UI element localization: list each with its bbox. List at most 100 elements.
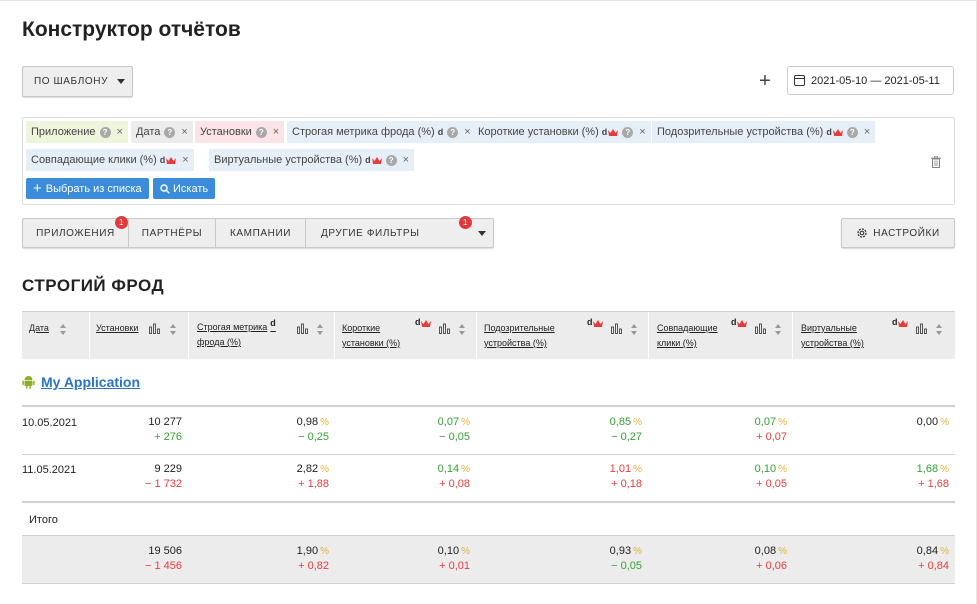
total-matching: 0,08% + 0,06: [754, 545, 787, 572]
total-suspicious: 0,93% − 0,05: [609, 545, 642, 572]
column-header-date[interactable]: Дата: [29, 321, 49, 369]
column-header-short-installs[interactable]: Короткие установки (%): [342, 321, 400, 369]
help-icon[interactable]: ?: [99, 126, 111, 138]
add-icon[interactable]: +: [756, 71, 774, 91]
cell-installs: 9 229− 1 732: [144, 463, 182, 490]
cell-strict: 0,98% − 0,25: [296, 416, 329, 443]
column-header-virtual-devices[interactable]: Виртуальные устройства (%): [801, 321, 864, 369]
template-button-label: по шаблону: [33, 76, 109, 87]
cell-short: 0,07% − 0,05: [437, 416, 470, 443]
crown-icon: [421, 320, 431, 327]
total-short: 0,10% + 0,01: [437, 545, 470, 572]
remove-icon[interactable]: ×: [639, 126, 645, 138]
sort-icon[interactable]: [936, 324, 943, 335]
settings-label: настройки: [873, 227, 940, 239]
tab-campaigns[interactable]: кампании: [216, 219, 306, 247]
help-icon[interactable]: ?: [164, 126, 176, 138]
sort-icon[interactable]: [317, 324, 324, 335]
gear-icon: [857, 228, 867, 238]
row-date: 10.05.2021: [22, 417, 78, 429]
total-label: Итого: [29, 514, 58, 526]
cell-matching: 0,07% + 0,07: [754, 416, 787, 443]
column-header-matching-clicks[interactable]: Совпадающие клики (%): [657, 321, 718, 369]
help-icon[interactable]: ?: [622, 126, 634, 138]
filter-tag-app: Приложение ? ×: [26, 121, 128, 143]
filter-tag-date: Дата ? ×: [131, 121, 193, 143]
help-icon[interactable]: ?: [255, 126, 267, 138]
filter-tag-matching-clicks: Совпадающие клики (%) d ×: [26, 149, 194, 171]
crown-icon: [593, 320, 603, 327]
tab-other-filters[interactable]: другие фильтры 1: [306, 216, 493, 247]
column-header-strict-fraud[interactable]: Строгая метрика d фрода (%): [197, 319, 276, 368]
search-icon: [160, 183, 170, 194]
tab-label: партнёры: [141, 227, 203, 239]
remove-icon[interactable]: ×: [403, 154, 409, 166]
filter-tag-short-installs: Короткие установки (%) d ? ×: [473, 121, 651, 143]
tab-label: приложения: [36, 227, 115, 239]
count-badge: 1: [115, 216, 128, 229]
settings-button[interactable]: настройки: [841, 218, 955, 248]
sort-icon[interactable]: [60, 324, 67, 335]
help-icon[interactable]: ?: [846, 126, 858, 138]
filter-tabs: приложения 1 партнёры кампании другие фи…: [22, 216, 494, 248]
help-icon[interactable]: ?: [385, 154, 397, 166]
tab-label: кампании: [229, 227, 292, 239]
divider: [22, 501, 955, 503]
chart-bar-icon[interactable]: [916, 323, 927, 334]
tab-partners[interactable]: партнёры: [129, 219, 216, 247]
remove-icon[interactable]: ×: [273, 126, 279, 138]
sort-icon[interactable]: [170, 324, 177, 335]
remove-icon[interactable]: ×: [117, 126, 123, 138]
filter-tag-suspicious-devices: Подозрительные устройства (%) d ? ×: [652, 121, 876, 143]
tag-label: Совпадающие клики (%): [31, 154, 157, 166]
sort-icon[interactable]: [775, 324, 782, 335]
count-badge: 1: [459, 216, 472, 229]
trash-icon[interactable]: [931, 156, 941, 168]
app-group-row: My Application: [22, 374, 140, 390]
filter-tag-virtual-devices: Виртуальные устройства (%) d ? ×: [209, 149, 415, 171]
tag-label: Виртуальные устройства (%): [214, 154, 363, 166]
chart-bar-icon[interactable]: [611, 323, 622, 334]
tag-label: Строгая метрика фрода (%): [292, 126, 435, 138]
sort-icon[interactable]: [631, 324, 638, 335]
cell-matching: 0,10% + 0,05: [754, 463, 787, 490]
plus-icon: +: [33, 179, 42, 197]
template-dropdown-button[interactable]: по шаблону: [22, 66, 133, 97]
cell-short: 0,14% + 0,08: [437, 463, 470, 490]
crown-icon: [166, 156, 177, 164]
remove-icon[interactable]: ×: [864, 126, 870, 138]
date-range-picker[interactable]: 2021-05-10 — 2021-05-11: [787, 66, 954, 95]
crown-icon: [832, 128, 843, 136]
cell-installs: 10 277 + 276: [148, 416, 182, 443]
tab-apps[interactable]: приложения 1: [23, 216, 129, 247]
divider: [22, 405, 955, 407]
tag-label: Короткие установки (%): [478, 126, 599, 138]
remove-icon[interactable]: ×: [181, 126, 187, 138]
remove-icon[interactable]: ×: [464, 126, 470, 138]
page-title: Конструктор отчётов: [22, 18, 241, 41]
tag-label: Подозрительные устройства (%): [657, 126, 824, 138]
sort-icon[interactable]: [459, 324, 466, 335]
select-from-list-button[interactable]: + Выбрать из списка: [26, 178, 149, 199]
app-name-link[interactable]: My Application: [41, 374, 140, 390]
total-virtual: 0,84% + 0,84: [916, 545, 949, 572]
chart-bar-icon[interactable]: [149, 323, 160, 334]
remove-icon[interactable]: ×: [182, 154, 188, 166]
search-button-label: Искать: [173, 182, 209, 195]
tag-label: Дата: [136, 126, 161, 138]
date-range-value: 2021-05-10 — 2021-05-11: [811, 74, 940, 87]
tab-label: другие фильтры: [321, 227, 420, 239]
column-header-suspicious-devices[interactable]: Подозрительные устройства (%): [484, 321, 555, 369]
tag-label: Установки: [200, 126, 252, 138]
filter-tag-installs: Установки ? ×: [195, 121, 285, 143]
chart-bar-icon[interactable]: [297, 323, 308, 334]
cell-suspicious: 0,85% − 0,27: [609, 416, 642, 443]
crown-icon: [608, 128, 619, 136]
search-button[interactable]: Искать: [153, 178, 216, 199]
column-header-installs[interactable]: Установки: [96, 321, 138, 369]
calendar-icon: [794, 75, 805, 86]
report-section-title: СТРОГИЙ ФРОД: [22, 276, 165, 295]
chart-bar-icon[interactable]: [755, 323, 766, 334]
chart-bar-icon[interactable]: [439, 323, 450, 334]
help-icon[interactable]: ?: [447, 126, 459, 138]
